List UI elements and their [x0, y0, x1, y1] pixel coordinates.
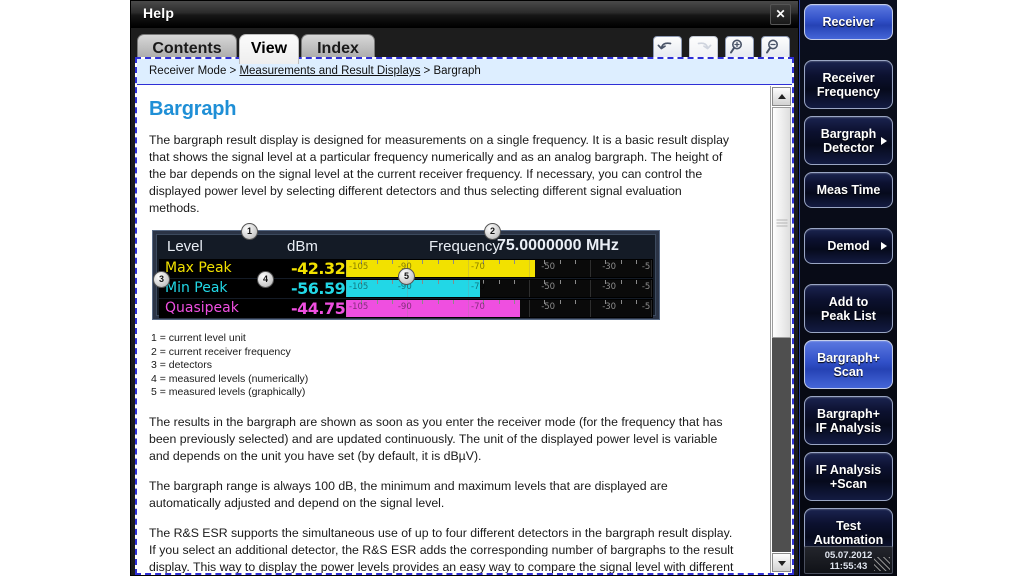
- softkey-bargraph-scan[interactable]: Bargraph+ Scan: [804, 340, 893, 389]
- bargraph-track: -105 -90 -70 -50 -30 -5: [346, 260, 652, 277]
- breadcrumb-link[interactable]: Measurements and Result Displays: [239, 65, 420, 77]
- scale-label: -105: [349, 282, 369, 292]
- callout-4: 4: [257, 271, 274, 288]
- unit-label: dBm: [287, 238, 318, 255]
- scroll-thumb[interactable]: [772, 107, 791, 339]
- detector-value: -56.59: [291, 279, 346, 298]
- softkey-bargraph-if-analysis[interactable]: Bargraph+ IF Analysis: [804, 396, 893, 445]
- bargraph-track: -105 -90 -70 -50 -30 -5: [346, 280, 652, 297]
- softkey-demod[interactable]: Demod: [804, 228, 893, 264]
- softkey-label: IF Analysis +Scan: [815, 462, 882, 491]
- breadcrumb-suffix: > Bargraph: [420, 65, 481, 77]
- level-label: Level: [167, 238, 203, 255]
- forward-arrow-icon: [697, 42, 712, 50]
- softkey-label: Add to Peak List: [821, 294, 876, 323]
- softkey-label: Receiver Frequency: [816, 70, 881, 99]
- magnifier-minus-icon: [766, 39, 778, 54]
- scale-label: -105: [349, 302, 369, 312]
- vertical-scrollbar[interactable]: [770, 86, 792, 573]
- detector-label: Max Peak: [165, 260, 232, 276]
- window-title: Help: [143, 5, 175, 21]
- softkey-label: Bargraph Detector: [820, 126, 877, 155]
- scale-label: -50: [541, 262, 556, 272]
- close-icon[interactable]: ✕: [770, 4, 791, 25]
- bargraph-inner: Level dBm Frequency 75.0000000 MHz Max P…: [153, 223, 656, 318]
- callout-2: 2: [484, 223, 501, 240]
- scale-label: -5: [641, 302, 651, 312]
- page-title: Bargraph: [149, 98, 237, 120]
- frequency-value: 75.0000000 MHz: [497, 237, 619, 254]
- bargraph-header: Level dBm Frequency 75.0000000 MHz: [157, 235, 655, 259]
- paragraph-3: The bargraph range is always 100 dB, the…: [149, 478, 668, 510]
- breadcrumb-prefix: Receiver Mode >: [149, 65, 240, 77]
- scroll-up-button[interactable]: [772, 87, 791, 106]
- help-window: Help ✕ Contents View Index Receiver Mode…: [130, 0, 799, 576]
- softkey-receiver-frequency[interactable]: Receiver Frequency: [804, 60, 893, 109]
- scroll-track[interactable]: [772, 107, 791, 552]
- chevron-right-icon: [881, 136, 887, 145]
- softkey-add-to-peak-list[interactable]: Add to Peak List: [804, 284, 893, 333]
- paragraph-1: The bargraph result display is designed …: [149, 133, 730, 215]
- scroll-down-button[interactable]: [772, 553, 791, 572]
- resize-grip-icon: [874, 557, 890, 571]
- paragraph-2: The results in the bargraph are shown as…: [149, 414, 723, 463]
- scale-label: -105: [349, 262, 369, 272]
- frequency-label: Frequency: [429, 238, 500, 255]
- softkey-label: Demod: [827, 239, 870, 253]
- caret-up-icon: [777, 93, 786, 99]
- scale-label: -90: [397, 302, 412, 312]
- scale-label: -50: [541, 282, 556, 292]
- softkey-label: Meas Time: [816, 183, 881, 197]
- scale-label: -30: [602, 262, 617, 272]
- detector-value: -44.75: [291, 299, 346, 318]
- callout-3: 3: [153, 271, 170, 288]
- softkey-bargraph-detector[interactable]: Bargraph Detector: [804, 116, 893, 165]
- softkey-if-analysis-scan[interactable]: IF Analysis +Scan: [804, 452, 893, 501]
- detector-value: -42.32: [291, 259, 346, 278]
- legend-item: 3 = detectors: [151, 359, 212, 371]
- caret-down-icon: [777, 560, 786, 566]
- softkey-label: Test Automation: [813, 518, 884, 547]
- paragraph-4: The R&S ESR supports the simultaneous us…: [149, 525, 734, 574]
- scale-label: -50: [541, 302, 556, 312]
- softkey-label: Bargraph+ IF Analysis: [815, 406, 882, 435]
- status-clock: 05.07.2012 11:55:43: [804, 546, 893, 574]
- chevron-right-icon: [881, 242, 887, 250]
- legend-item: 1 = current level unit: [151, 332, 246, 344]
- document-body: Bargraph The bargraph result display is …: [137, 86, 770, 573]
- scale-label: -5: [641, 282, 651, 292]
- scroll-grip-icon: [776, 217, 787, 228]
- detector-label: Min Peak: [165, 280, 228, 296]
- bargraph-figure: Level dBm Frequency 75.0000000 MHz Max P…: [152, 223, 660, 320]
- softkey-panel: Test Automation IF Analysis +Scan Bargraph…: [799, 0, 897, 576]
- detector-label: Quasipeak: [165, 300, 239, 316]
- softkey-label: Bargraph+ Scan: [817, 350, 880, 379]
- bargraph-track: -105 -90 -70 -50 -30 -5: [346, 300, 652, 317]
- scale-label: -70: [471, 302, 485, 312]
- tab-view[interactable]: View: [239, 34, 299, 64]
- window-titlebar: Help ✕: [131, 1, 798, 28]
- screen: Help ✕ Contents View Index Receiver Mode…: [0, 0, 1024, 576]
- figure-legend: 1 = current level unit 2 = current receiv…: [151, 332, 756, 400]
- scale-label: -5: [641, 262, 651, 272]
- breadcrumb: Receiver Mode > Measurements and Result …: [137, 59, 792, 85]
- callout-1: 1: [241, 223, 258, 240]
- softkey-meas-time[interactable]: Meas Time: [804, 172, 893, 208]
- scale-label: -30: [602, 302, 617, 312]
- scale-label: -30: [602, 282, 617, 292]
- legend-item: 2 = current receiver frequency: [151, 345, 291, 358]
- scale-label: -70: [471, 282, 485, 292]
- scale-label: -70: [471, 262, 485, 272]
- legend-item: 4 = measured levels (numerically): [151, 372, 309, 385]
- softkey-receiver[interactable]: Receiver: [804, 4, 893, 40]
- callout-5: 5: [398, 268, 415, 285]
- back-arrow-icon: [657, 42, 672, 50]
- magnifier-plus-icon: [730, 39, 742, 54]
- softkey-label: Receiver: [822, 15, 875, 29]
- legend-item: 5 = measured levels (graphically): [151, 386, 306, 398]
- document-frame: Receiver Mode > Measurements and Result …: [135, 57, 794, 575]
- bargraph-row: Quasipeak -44.75 -105 -90 -70 -50 -30 -5: [159, 299, 653, 318]
